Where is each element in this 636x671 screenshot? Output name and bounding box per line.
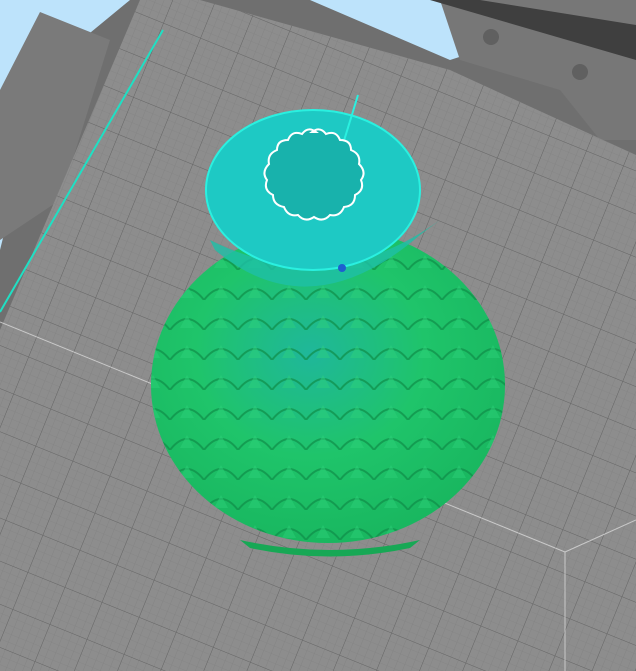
vase-inner-star (263, 128, 365, 221)
scene (0, 0, 636, 671)
frame-screw-icon (572, 64, 588, 80)
seam-point-icon (338, 264, 346, 272)
frame-screw-icon (483, 29, 499, 45)
3d-viewport[interactable] (0, 0, 636, 671)
